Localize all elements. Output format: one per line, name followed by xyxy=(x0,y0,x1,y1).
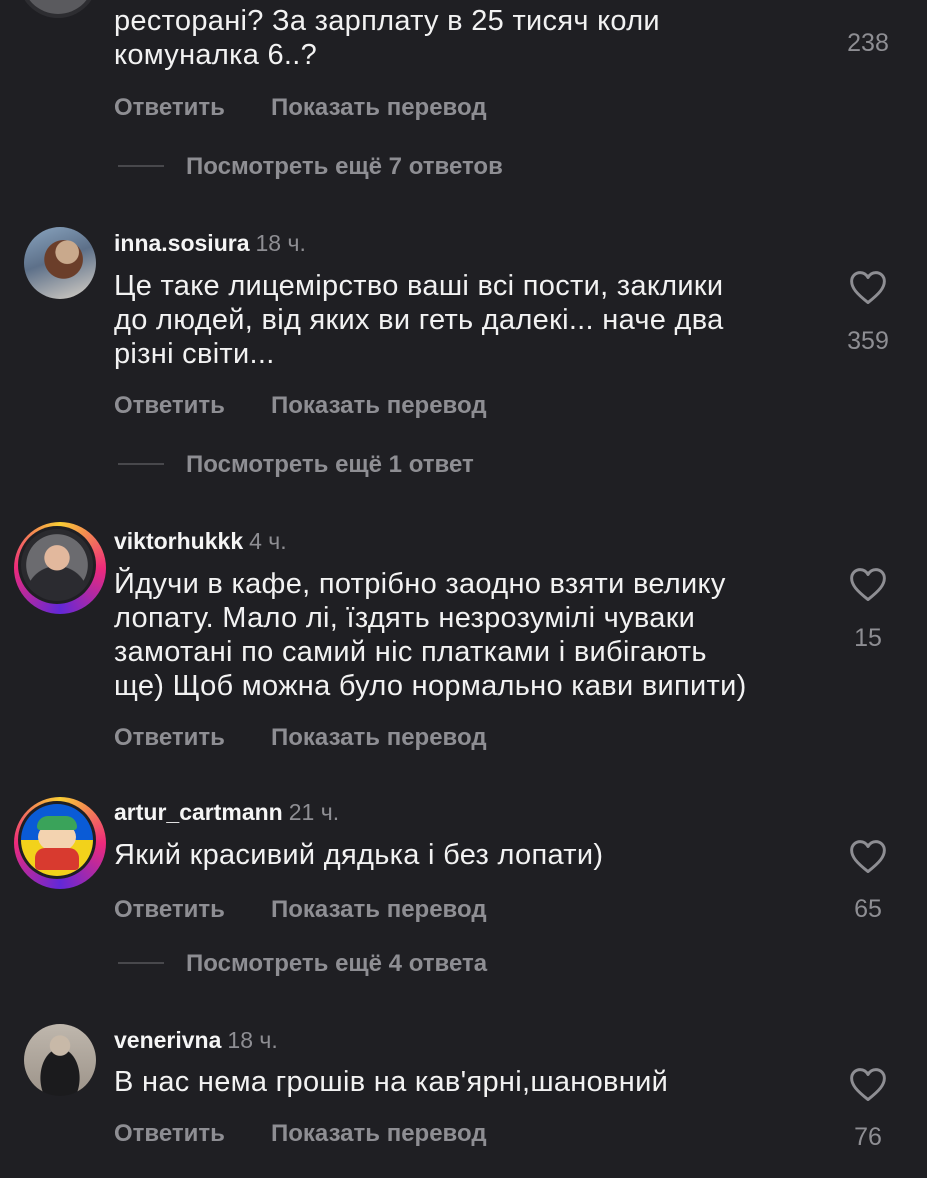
show-translation-button[interactable]: Показать перевод xyxy=(271,392,487,420)
comment-text: Це таке лицемірство ваші всі пости, закл… xyxy=(114,269,724,371)
comment-header: inna.sosiura 18 ч. xyxy=(114,230,306,257)
heart-icon[interactable] xyxy=(848,838,888,874)
username[interactable]: artur_cartmann xyxy=(114,799,283,825)
like-count: 238 xyxy=(847,29,889,57)
like-count: 76 xyxy=(854,1123,882,1151)
comment-text: ресторані? За зарплату в 25 тисяч коли к… xyxy=(114,4,660,72)
view-more-replies-button[interactable]: Посмотреть ещё 7 ответов xyxy=(186,153,503,181)
reply-button[interactable]: Ответить xyxy=(114,94,225,122)
avatar xyxy=(21,804,93,876)
comment-text: В нас нема грошів на кав'ярні,шановний xyxy=(114,1065,668,1099)
comment-line: Йдучи в кафе, потрібно заодно взяти вели… xyxy=(114,568,726,600)
timestamp: 4 ч. xyxy=(249,528,287,554)
view-more-replies-button[interactable]: Посмотреть ещё 1 ответ xyxy=(186,451,474,479)
like-count: 65 xyxy=(854,895,882,923)
reply-button[interactable]: Ответить xyxy=(114,896,225,924)
username[interactable]: viktorhukkk xyxy=(114,528,243,554)
heart-icon[interactable] xyxy=(848,1066,888,1102)
comment-text: Йдучи в кафе, потрібно заодно взяти вели… xyxy=(114,567,747,703)
show-translation-button[interactable]: Показать перевод xyxy=(271,1120,487,1148)
like-count: 359 xyxy=(847,327,889,355)
replies-divider xyxy=(118,962,164,964)
show-translation-button[interactable]: Показать перевод xyxy=(271,94,487,122)
comment-line: різні світи... xyxy=(114,338,275,370)
comment-line: В нас нема грошів на кав'ярні,шановний xyxy=(114,1066,669,1098)
show-translation-button[interactable]: Показать перевод xyxy=(271,724,487,752)
replies-divider xyxy=(118,165,164,167)
timestamp: 18 ч. xyxy=(227,1027,278,1053)
show-translation-button[interactable]: Показать перевод xyxy=(271,896,487,924)
view-more-replies-button[interactable]: Посмотреть ещё 4 ответа xyxy=(186,950,487,978)
reply-button[interactable]: Ответить xyxy=(114,724,225,752)
comment-text: Який красивий дядька і без лопати) xyxy=(114,838,603,872)
comment-line: ресторані? За зарплату в 25 тисяч коли xyxy=(114,5,660,37)
story-ring[interactable] xyxy=(14,522,106,614)
reply-button[interactable]: Ответить xyxy=(114,1120,225,1148)
like-count: 15 xyxy=(854,624,882,652)
comment-line: Який красивий дядька і без лопати) xyxy=(114,839,604,871)
replies-divider xyxy=(118,463,164,465)
avatar[interactable] xyxy=(24,227,96,299)
comment-line: замотані по самий ніс платками і вибігаю… xyxy=(114,636,707,668)
timestamp: 21 ч. xyxy=(288,799,340,825)
comment-header: artur_cartmann 21 ч. xyxy=(114,799,339,826)
comment-line: до людей, від яких ви геть далекі... нач… xyxy=(114,304,724,336)
comment-header: venerivna 18 ч. xyxy=(114,1027,278,1054)
comment-line: ще) Щоб можна було нормально кави випити… xyxy=(114,670,747,702)
heart-icon[interactable] xyxy=(848,566,888,602)
username[interactable]: venerivna xyxy=(114,1027,221,1053)
timestamp: 18 ч. xyxy=(255,230,306,256)
heart-icon[interactable] xyxy=(848,269,888,305)
story-ring[interactable] xyxy=(14,797,106,889)
reply-button[interactable]: Ответить xyxy=(114,392,225,420)
avatar[interactable] xyxy=(22,0,94,14)
comment-line: комуналка 6..? xyxy=(114,39,318,71)
comment-line: лопату. Мало лі, їздять незрозумілі чува… xyxy=(114,602,696,634)
clipped-text-line xyxy=(114,0,754,2)
avatar xyxy=(21,529,93,601)
avatar[interactable] xyxy=(24,1024,96,1096)
username[interactable]: inna.sosiura xyxy=(114,230,249,256)
comment-header: viktorhukkk 4 ч. xyxy=(114,528,287,555)
comment-line: Це таке лицемірство ваші всі пости, закл… xyxy=(114,270,724,302)
